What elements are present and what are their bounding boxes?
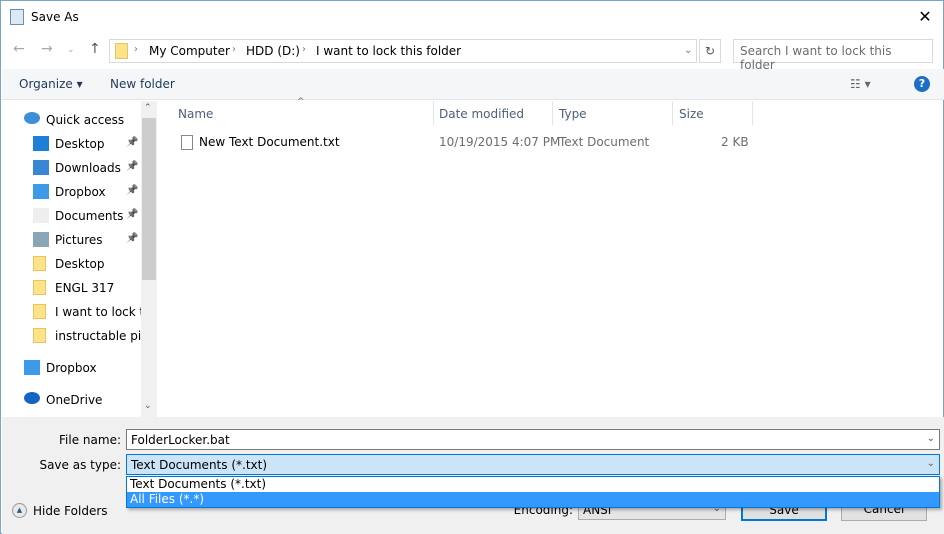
- address-bar[interactable]: › My Computer › HDD (D:) › I want to loc…: [109, 39, 697, 63]
- breadcrumb-folder[interactable]: I want to lock this folder: [316, 44, 461, 58]
- onedrive-icon: [24, 392, 40, 404]
- up-button[interactable]: ↑: [89, 41, 101, 57]
- nav-item-label: Desktop: [55, 257, 105, 271]
- documents-icon: [33, 208, 49, 223]
- close-button[interactable]: ✕: [913, 5, 937, 29]
- file-name-label: File name:: [59, 433, 121, 447]
- window-title: Save As: [31, 10, 79, 24]
- save-as-dialog: Save As ✕ ← → ⌄ ↑ › My Computer › HDD (D…: [0, 0, 944, 534]
- breadcrumb-my-computer[interactable]: My Computer: [149, 44, 230, 58]
- nav-item-label: instructable pics: [55, 329, 142, 343]
- save-as-type-select[interactable]: Text Documents (*.txt) ⌄: [126, 454, 940, 475]
- file-size: 2 KB: [721, 135, 749, 149]
- folder-icon: [33, 256, 46, 271]
- option-text-documents[interactable]: Text Documents (*.txt): [127, 477, 939, 492]
- back-button[interactable]: ←: [13, 41, 25, 57]
- column-name[interactable]: Name: [178, 107, 213, 121]
- nav-item-label: Quick access: [46, 113, 125, 127]
- nav-item-label: Documents: [55, 209, 124, 223]
- folder-icon: [33, 280, 46, 295]
- nav-item-label: I want to lock this folder: [55, 305, 142, 319]
- breadcrumb-hdd[interactable]: HDD (D:): [246, 44, 300, 58]
- address-dropdown-icon[interactable]: ⌄: [684, 45, 692, 56]
- sort-ascending-icon: ^: [297, 97, 305, 107]
- new-folder-button[interactable]: New folder: [110, 77, 175, 91]
- chevron-up-circle-icon: ▲: [12, 503, 27, 518]
- save-as-type-dropdown: Text Documents (*.txt) All Files (*.*): [126, 476, 940, 508]
- star-icon: [24, 112, 40, 124]
- forward-button[interactable]: →: [41, 41, 53, 57]
- text-file-icon: [181, 135, 193, 150]
- nav-item-label: Dropbox: [55, 185, 106, 199]
- scroll-up-icon[interactable]: ⌃: [144, 103, 152, 113]
- nav-item-label: Downloads: [55, 161, 121, 175]
- chevron-down-icon[interactable]: ⌄: [927, 458, 935, 469]
- nav-item[interactable]: ENGL 317: [2, 277, 142, 299]
- nav-item[interactable]: Dropbox: [2, 357, 142, 379]
- file-type: Text Document: [559, 135, 650, 149]
- organize-button[interactable]: Organize ▾: [19, 77, 83, 91]
- file-date: 10/19/2015 4:07 PM: [439, 135, 561, 149]
- toolbar: Organize ▾ New folder ☷ ▾ ?: [2, 69, 944, 100]
- nav-item-label: OneDrive: [46, 393, 103, 407]
- nav-item[interactable]: Downloads 📌: [2, 157, 142, 179]
- pin-icon: 📌: [126, 161, 139, 172]
- recent-locations-button[interactable]: ⌄: [67, 45, 75, 55]
- hide-folders-label: Hide Folders: [33, 504, 108, 518]
- nav-item[interactable]: I want to lock this folder: [2, 301, 142, 323]
- folder-icon: [33, 328, 46, 343]
- refresh-button[interactable]: ↻: [699, 39, 721, 63]
- nav-item[interactable]: instructable pics: [2, 325, 142, 347]
- view-options-icon[interactable]: ☷ ▾: [850, 77, 871, 91]
- pin-icon: 📌: [126, 233, 139, 244]
- search-input[interactable]: Search I want to lock this folder: [733, 39, 933, 72]
- folder-icon: [33, 304, 46, 319]
- help-button[interactable]: ?: [914, 76, 930, 92]
- file-name-input[interactable]: FolderLocker.bat ⌄: [126, 429, 940, 450]
- pin-icon: 📌: [126, 185, 139, 196]
- chevron-down-icon[interactable]: ⌄: [927, 433, 935, 444]
- folder-icon: [115, 43, 128, 59]
- column-date-modified[interactable]: Date modified: [439, 107, 524, 121]
- nav-item[interactable]: OneDrive: [2, 389, 142, 411]
- file-name-value: FolderLocker.bat: [131, 433, 230, 447]
- nav-item-label: Dropbox: [46, 361, 97, 375]
- pin-icon: 📌: [126, 209, 139, 220]
- navigation-pane: Quick access Desktop 📌 Downloads 📌 Dropbox 📌 Do…: [2, 101, 157, 417]
- option-all-files[interactable]: All Files (*.*): [127, 492, 939, 507]
- download-icon: [33, 160, 49, 175]
- dropbox-icon: [24, 360, 40, 375]
- column-size[interactable]: Size: [679, 107, 704, 121]
- nav-item-label: Desktop: [55, 137, 105, 151]
- save-as-type-value: Text Documents (*.txt): [131, 458, 268, 472]
- nav-item[interactable]: Pictures 📌: [2, 229, 142, 251]
- dropbox-icon: [33, 184, 49, 199]
- pin-icon: 📌: [126, 137, 139, 148]
- nav-item[interactable]: Dropbox 📌: [2, 181, 142, 203]
- file-name: New Text Document.txt: [199, 135, 340, 149]
- nav-item-label: Pictures: [55, 233, 103, 247]
- column-type[interactable]: Type: [559, 107, 587, 121]
- pictures-icon: [33, 232, 49, 247]
- nav-item-label: ENGL 317: [55, 281, 115, 295]
- nav-item[interactable]: Desktop 📌: [2, 133, 142, 155]
- nav-item[interactable]: Documents 📌: [2, 205, 142, 227]
- scrollbar-thumb[interactable]: [142, 118, 156, 280]
- nav-item[interactable]: Quick access: [2, 109, 142, 131]
- scroll-down-icon[interactable]: ⌄: [144, 401, 152, 411]
- desktop-icon: [33, 136, 49, 151]
- nav-item[interactable]: Desktop: [2, 253, 142, 275]
- notepad-icon: [10, 9, 24, 25]
- save-as-type-label: Save as type:: [39, 458, 121, 472]
